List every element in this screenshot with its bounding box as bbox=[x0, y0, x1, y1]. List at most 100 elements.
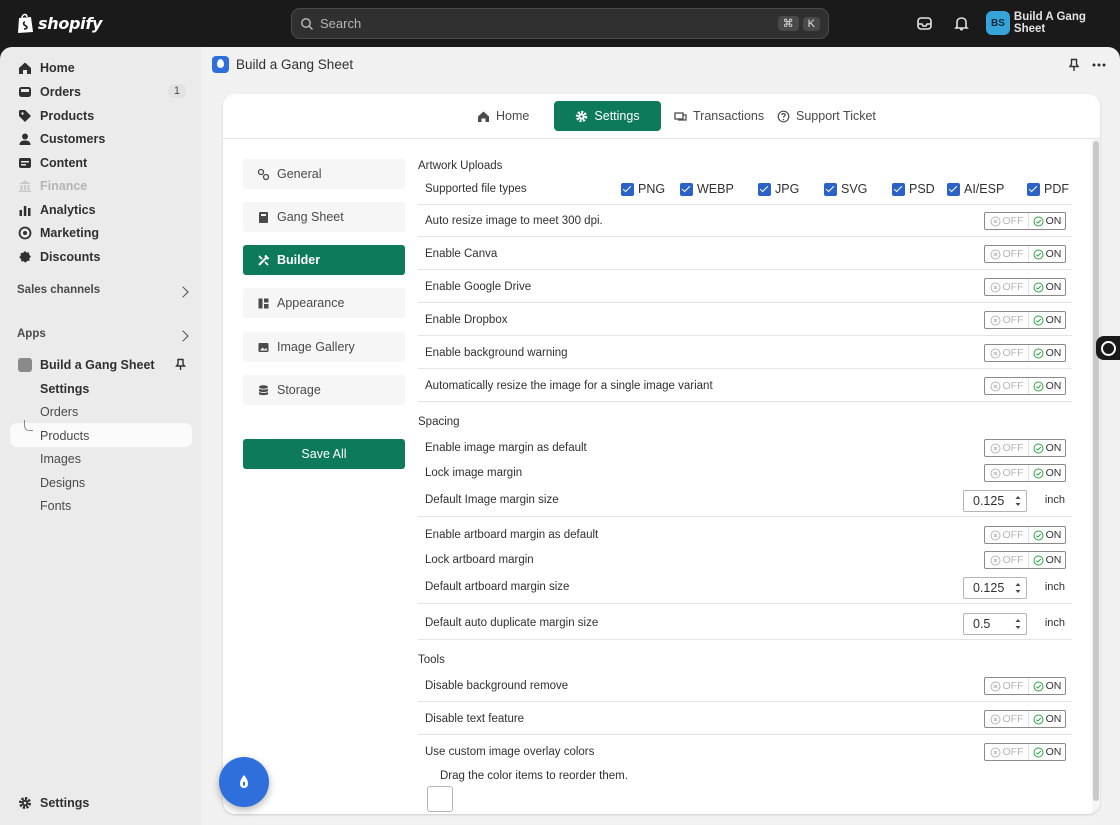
toggle-off-option[interactable]: OFF bbox=[985, 440, 1029, 456]
sidebar-item-marketing[interactable]: Marketing bbox=[10, 221, 192, 245]
more-options-icon[interactable] bbox=[1091, 58, 1107, 72]
stepper-arrows-icon[interactable] bbox=[1014, 581, 1022, 595]
toggle-on-option[interactable]: ON bbox=[1029, 345, 1065, 361]
settings-nav-gang-sheet[interactable]: Gang Sheet bbox=[243, 202, 405, 232]
toggle-off-option[interactable]: OFF bbox=[985, 213, 1029, 229]
edge-widget-button[interactable] bbox=[1096, 336, 1120, 360]
scrollbar-thumb[interactable] bbox=[1093, 141, 1099, 801]
toggle-on-option[interactable]: ON bbox=[1029, 312, 1065, 328]
sidebar-item-customers[interactable]: Customers bbox=[10, 127, 192, 151]
store-menu[interactable]: BS Build A Gang Sheet bbox=[986, 11, 1120, 35]
inbox-icon[interactable] bbox=[916, 15, 933, 32]
toggle-on-option[interactable]: ON bbox=[1029, 744, 1065, 760]
filetype-ai-esp-checkbox[interactable]: AI/ESP bbox=[947, 182, 1004, 196]
checkbox-checked[interactable] bbox=[680, 182, 693, 196]
settings-nav-general[interactable]: General bbox=[243, 159, 405, 189]
tab-transactions[interactable]: Transactions bbox=[674, 101, 764, 131]
pin-icon[interactable] bbox=[174, 358, 187, 371]
sidebar-item-home[interactable]: Home bbox=[10, 56, 192, 80]
bell-icon[interactable] bbox=[953, 15, 970, 32]
checkbox-checked[interactable] bbox=[947, 182, 960, 196]
sidebar-item-content[interactable]: Content bbox=[10, 151, 192, 175]
toggle-off-option[interactable]: OFF bbox=[985, 711, 1029, 727]
toggle-on-option[interactable]: ON bbox=[1029, 440, 1065, 456]
on-off-toggle[interactable]: OFF ON bbox=[984, 439, 1066, 457]
sidebar-subitem-settings[interactable]: Settings bbox=[40, 382, 89, 396]
toggle-on-option[interactable]: ON bbox=[1029, 678, 1065, 694]
toggle-off-option[interactable]: OFF bbox=[985, 279, 1029, 295]
tab-settings[interactable]: Settings bbox=[554, 101, 661, 131]
filetype-webp-checkbox[interactable]: WEBP bbox=[680, 182, 734, 196]
toggle-on-option[interactable]: ON bbox=[1029, 279, 1065, 295]
filetype-png-checkbox[interactable]: PNG bbox=[621, 182, 665, 196]
toggle-on-option[interactable]: ON bbox=[1029, 213, 1065, 229]
tab-home[interactable]: Home bbox=[477, 101, 529, 131]
chevron-right-icon[interactable] bbox=[177, 286, 189, 298]
filetype-pdf-checkbox[interactable]: PDF bbox=[1027, 182, 1069, 196]
sidebar-subitem-products[interactable]: Products bbox=[40, 429, 89, 443]
toggle-off-option[interactable]: OFF bbox=[985, 678, 1029, 694]
stepper-arrows-icon[interactable] bbox=[1014, 494, 1022, 508]
filetype-jpg-checkbox[interactable]: JPG bbox=[758, 182, 799, 196]
on-off-toggle[interactable]: OFF ON bbox=[984, 245, 1066, 263]
sidebar-subitem-designs[interactable]: Designs bbox=[40, 476, 85, 490]
toggle-off-option[interactable]: OFF bbox=[985, 465, 1029, 481]
settings-nav-builder[interactable]: Builder bbox=[243, 245, 405, 275]
on-off-toggle[interactable]: OFF ON bbox=[984, 464, 1066, 482]
sidebar-subitem-images[interactable]: Images bbox=[40, 452, 81, 466]
on-off-toggle[interactable]: OFF ON bbox=[984, 710, 1066, 728]
on-off-toggle[interactable]: OFF ON bbox=[984, 743, 1066, 761]
save-all-button[interactable]: Save All bbox=[243, 439, 405, 469]
toggle-off-option[interactable]: OFF bbox=[985, 552, 1029, 568]
toggle-on-option[interactable]: ON bbox=[1029, 465, 1065, 481]
pin-icon[interactable] bbox=[1067, 58, 1081, 72]
on-off-toggle[interactable]: OFF ON bbox=[984, 526, 1066, 544]
apps-heading[interactable]: Apps bbox=[17, 328, 46, 340]
color-swatch-item[interactable] bbox=[427, 786, 453, 812]
sidebar-item-products[interactable]: Products bbox=[10, 104, 192, 128]
sales-channels-heading[interactable]: Sales channels bbox=[17, 284, 100, 296]
sidebar-item-orders[interactable]: Orders 1 bbox=[10, 80, 192, 104]
sidebar-item-analytics[interactable]: Analytics bbox=[10, 198, 192, 222]
app-launcher-button[interactable] bbox=[219, 757, 269, 807]
checkbox-checked[interactable] bbox=[892, 182, 905, 196]
settings-nav-image-gallery[interactable]: Image Gallery bbox=[243, 332, 405, 362]
on-off-toggle[interactable]: OFF ON bbox=[984, 212, 1066, 230]
on-off-toggle[interactable]: OFF ON bbox=[984, 677, 1066, 695]
chevron-right-icon[interactable] bbox=[177, 330, 189, 342]
scrollbar[interactable] bbox=[1092, 139, 1100, 814]
toggle-off-option[interactable]: OFF bbox=[985, 378, 1029, 394]
sidebar-item-app[interactable]: Build a Gang Sheet bbox=[10, 353, 192, 377]
toggle-on-option[interactable]: ON bbox=[1029, 378, 1065, 394]
on-off-toggle[interactable]: OFF ON bbox=[984, 311, 1066, 329]
sidebar-item-discounts[interactable]: Discounts bbox=[10, 245, 192, 269]
filetype-svg-checkbox[interactable]: SVG bbox=[824, 182, 867, 196]
checkbox-checked[interactable] bbox=[824, 182, 837, 196]
sidebar-subitem-orders[interactable]: Orders bbox=[40, 405, 78, 419]
on-off-toggle[interactable]: OFF ON bbox=[984, 377, 1066, 395]
toggle-on-option[interactable]: ON bbox=[1029, 527, 1065, 543]
checkbox-checked[interactable] bbox=[758, 182, 771, 196]
toggle-on-option[interactable]: ON bbox=[1029, 552, 1065, 568]
toggle-off-option[interactable]: OFF bbox=[985, 345, 1029, 361]
toggle-off-option[interactable]: OFF bbox=[985, 312, 1029, 328]
stepper-arrows-icon[interactable] bbox=[1014, 617, 1022, 631]
filetype-psd-checkbox[interactable]: PSD bbox=[892, 182, 935, 196]
search-bar[interactable]: Search ⌘ K bbox=[291, 8, 829, 39]
tab-support-ticket[interactable]: Support Ticket bbox=[777, 101, 876, 131]
checkbox-checked[interactable] bbox=[1027, 182, 1040, 196]
settings-nav-appearance[interactable]: Appearance bbox=[243, 288, 405, 318]
shopify-logo[interactable]: shopify bbox=[16, 12, 102, 34]
artboard-margin-input[interactable]: 0.125 bbox=[963, 577, 1027, 599]
toggle-off-option[interactable]: OFF bbox=[985, 246, 1029, 262]
sidebar-item-settings[interactable]: Settings bbox=[10, 791, 192, 815]
toggle-off-option[interactable]: OFF bbox=[985, 744, 1029, 760]
on-off-toggle[interactable]: OFF ON bbox=[984, 551, 1066, 569]
toggle-on-option[interactable]: ON bbox=[1029, 711, 1065, 727]
duplicate-margin-input[interactable]: 0.5 bbox=[963, 613, 1027, 635]
on-off-toggle[interactable]: OFF ON bbox=[984, 344, 1066, 362]
toggle-on-option[interactable]: ON bbox=[1029, 246, 1065, 262]
image-margin-input[interactable]: 0.125 bbox=[963, 490, 1027, 512]
toggle-off-option[interactable]: OFF bbox=[985, 527, 1029, 543]
checkbox-checked[interactable] bbox=[621, 182, 634, 196]
